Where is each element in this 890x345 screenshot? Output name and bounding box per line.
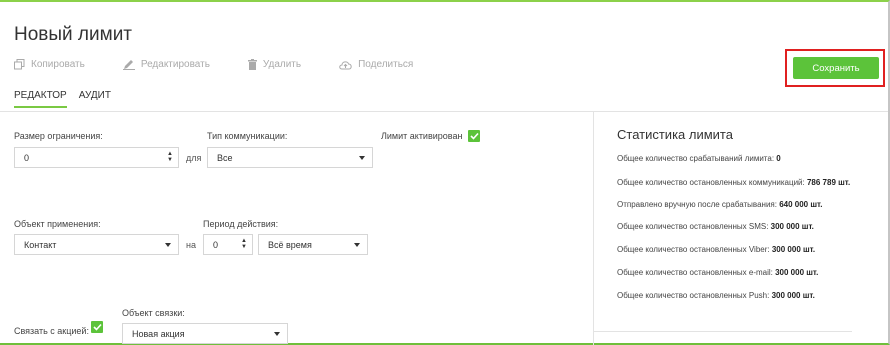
link-object-label: Объект связки: [122, 308, 185, 318]
tab-editor[interactable]: РЕДАКТОР [14, 88, 67, 108]
link-object-select[interactable]: Новая акция [122, 323, 288, 344]
share-label: Поделиться [358, 59, 414, 70]
apply-object-label: Объект применения: [14, 219, 101, 229]
tab-audit[interactable]: АУДИТ [79, 88, 111, 108]
period-label: Период действия: [203, 219, 279, 229]
on-label: на [186, 240, 196, 250]
limit-active-label: Лимит активирован [381, 131, 463, 141]
apply-object-value: Контакт [24, 239, 57, 250]
trash-icon [247, 59, 257, 70]
cloud-upload-icon [339, 60, 352, 69]
limit-active-checkbox[interactable] [468, 130, 480, 142]
toolbar: Копировать Редактировать Удалить Поделит… [14, 59, 451, 70]
checkmark-icon [92, 323, 102, 331]
copy-button[interactable]: Копировать [14, 59, 85, 70]
stat-row: Общее количество остановленных коммуника… [617, 178, 851, 187]
chevron-down-icon [165, 243, 171, 247]
limit-size-value: 0 [24, 152, 30, 163]
save-button[interactable]: Сохранить [793, 57, 879, 79]
stat-row: Общее количество остановленных e-mail: 3… [617, 268, 819, 277]
apply-object-select[interactable]: Контакт [14, 234, 179, 255]
period-select[interactable]: Всё время [258, 234, 368, 255]
page-title: Новый лимит [14, 24, 133, 45]
comm-type-label: Тип коммуникации: [207, 131, 288, 141]
period-value: Всё время [268, 239, 312, 250]
pencil-icon [122, 60, 135, 70]
stat-row: Общее количество остановленных SMS: 300 … [617, 222, 814, 231]
share-button[interactable]: Поделиться [339, 59, 413, 70]
stat-row: Общее количество срабатываний лимита: 0 [617, 154, 781, 163]
chevron-down-icon [274, 332, 280, 336]
stat-row: Общее количество остановленных Push: 300… [617, 291, 815, 300]
stats-divider [594, 331, 852, 332]
copy-label: Копировать [31, 59, 85, 70]
delete-button[interactable]: Удалить [247, 59, 302, 70]
save-highlight-box: Сохранить [785, 49, 885, 87]
stats-title: Статистика лимита [617, 127, 733, 142]
delete-label: Удалить [262, 59, 302, 70]
link-object-value: Новая акция [132, 328, 185, 339]
stepper-down-icon: ▼ [241, 244, 247, 250]
limit-size-stepper[interactable]: ▲ ▼ [167, 151, 173, 163]
stat-row: Общее количество остановленных Viber: 30… [617, 245, 816, 254]
header-divider [0, 111, 888, 112]
link-action-label: Связать с акцией: [14, 326, 89, 336]
limit-size-input[interactable]: 0 ▲ ▼ [14, 147, 179, 168]
panel-divider [593, 112, 594, 345]
chevron-down-icon [354, 243, 360, 247]
comm-type-value: Все [217, 152, 233, 163]
period-count-value: 0 [213, 239, 219, 250]
for-label: для [186, 153, 202, 163]
stat-row: Отправлено вручную после срабатывания: 6… [617, 200, 823, 209]
edit-button[interactable]: Редактировать [122, 59, 210, 70]
copy-icon [14, 59, 25, 70]
period-count-input[interactable]: 0 ▲ ▼ [203, 234, 253, 255]
stepper-down-icon: ▼ [167, 157, 173, 163]
link-action-checkbox[interactable] [91, 321, 103, 333]
limit-size-label: Размер ограничения: [14, 131, 103, 141]
checkmark-icon [469, 132, 479, 140]
tab-bar: РЕДАКТОР АУДИТ [14, 88, 123, 108]
edit-label: Редактировать [140, 59, 210, 70]
period-count-stepper[interactable]: ▲ ▼ [241, 238, 247, 250]
chevron-down-icon [359, 156, 365, 160]
comm-type-select[interactable]: Все [207, 147, 373, 168]
